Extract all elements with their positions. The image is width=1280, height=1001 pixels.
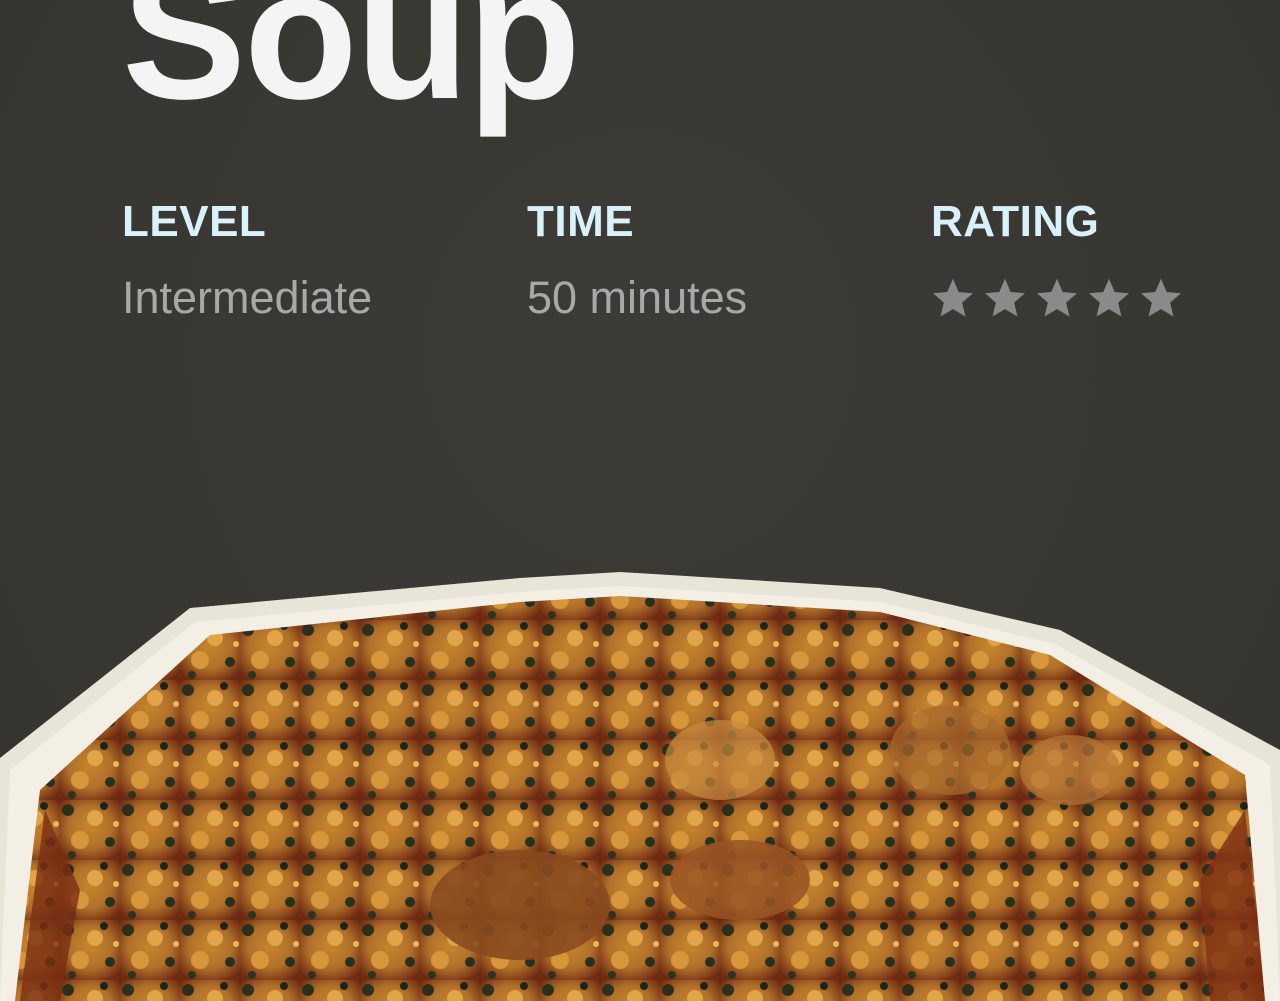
- level-value: Intermediate: [122, 272, 373, 323]
- star-icon[interactable]: [1139, 276, 1183, 320]
- rating-stars[interactable]: [931, 276, 1183, 320]
- star-icon[interactable]: [1035, 276, 1079, 320]
- star-icon[interactable]: [931, 276, 975, 320]
- soup-bowl-image: [0, 560, 1280, 1001]
- level-label: LEVEL: [122, 197, 267, 246]
- time-label: TIME: [527, 197, 635, 246]
- rating-label: RATING: [931, 197, 1100, 246]
- rating-section: RATING: [931, 198, 1183, 320]
- recipe-detail-screen: Soup LEVEL Intermediate TIME 50 minutes …: [0, 0, 1280, 1001]
- time-section: TIME 50 minutes: [527, 198, 747, 323]
- level-section: LEVEL Intermediate: [122, 198, 372, 323]
- recipe-title: Soup: [122, 0, 581, 138]
- star-icon[interactable]: [983, 276, 1027, 320]
- time-value: 50 minutes: [527, 272, 748, 323]
- star-icon[interactable]: [1087, 276, 1131, 320]
